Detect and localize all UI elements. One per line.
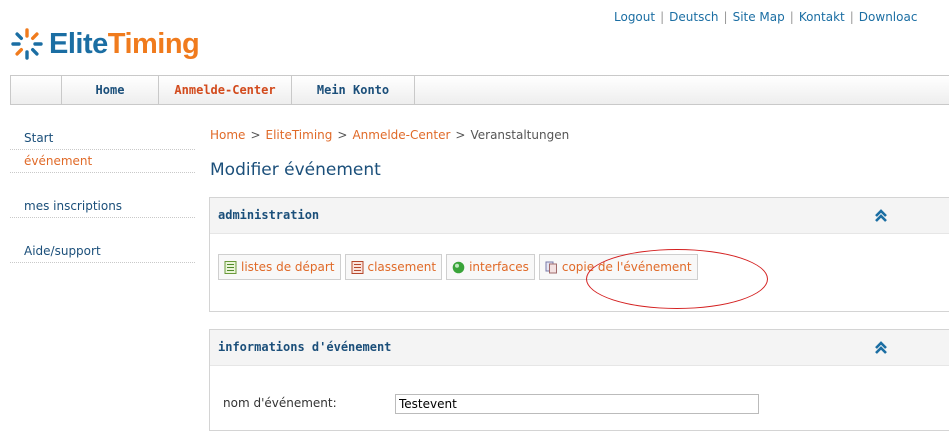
breadcrumb: Home > EliteTiming > Anmelde-Center > Veransta… [210, 128, 569, 142]
download-link[interactable]: Downloac [859, 10, 918, 24]
event-name-label: nom d'événement: [223, 396, 337, 410]
logo-wordmark: EliteTiming [49, 27, 200, 61]
separator: | [849, 10, 854, 24]
breadcrumb-elitetiming[interactable]: EliteTiming [266, 128, 333, 142]
breadcrumb-separator: > [455, 128, 466, 142]
form-row-event-name: nom d'événement: [209, 386, 804, 414]
collapse-icon[interactable] [874, 341, 888, 355]
breadcrumb-separator: > [337, 128, 348, 142]
main-nav: Home Anmelde-Center Mein Konto [10, 75, 949, 105]
nav-tab-mein-konto[interactable]: Mein Konto [292, 76, 415, 104]
sidebar-item-aide-support[interactable]: Aide/support [10, 240, 195, 263]
nav-tab-home[interactable]: Home [62, 76, 159, 104]
logo-text-elite: Elite [49, 27, 108, 60]
separator: | [789, 10, 794, 24]
event-name-input[interactable] [395, 394, 759, 414]
page-title: Modifier événement [210, 160, 381, 180]
action-bar: listes de départ classement interfaces c… [210, 234, 949, 280]
panel-body: listes de départ classement interfaces c… [210, 233, 949, 311]
administration-panel: administration listes de départ classeme… [209, 197, 949, 312]
breadcrumb-anmelde-center[interactable]: Anmelde-Center [352, 128, 450, 142]
top-links: Logout | Deutsch | Site Map | Kontakt | Downloac [614, 10, 917, 24]
panel-header: administration [210, 198, 949, 233]
separator: | [723, 10, 728, 24]
deutsch-link[interactable]: Deutsch [669, 10, 718, 24]
breadcrumb-separator: > [250, 128, 261, 142]
logout-link[interactable]: Logout [614, 10, 655, 24]
sidebar: Start événement mes inscriptions Aide/su… [10, 127, 195, 263]
kontakt-link[interactable]: Kontakt [799, 10, 845, 24]
nav-spacer [11, 76, 62, 104]
panel-title: informations d'événement [218, 340, 392, 354]
list-icon [224, 260, 237, 274]
panel-header: informations d'événement [210, 330, 949, 365]
breadcrumb-home[interactable]: Home [210, 128, 245, 142]
button-label: listes de départ [241, 260, 335, 274]
collapse-icon[interactable] [874, 209, 888, 223]
button-label: interfaces [469, 260, 529, 274]
sidebar-item-evenement[interactable]: événement [10, 150, 195, 173]
listes-de-depart-button[interactable]: listes de départ [218, 254, 341, 280]
classement-button[interactable]: classement [344, 254, 443, 280]
ranking-icon [351, 260, 363, 274]
separator: | [660, 10, 665, 24]
interfaces-button[interactable]: interfaces [446, 254, 535, 280]
button-label: classement [367, 260, 437, 274]
copy-icon [545, 261, 557, 273]
nav-tab-anmelde-center[interactable]: Anmelde-Center [159, 76, 292, 104]
interfaces-icon [452, 261, 465, 273]
sidebar-item-start[interactable]: Start [10, 127, 195, 150]
logo-text-timing: Timing [107, 27, 200, 60]
informations-panel: informations d'événement [209, 329, 949, 431]
sitemap-link[interactable]: Site Map [733, 10, 785, 24]
breadcrumb-current: Veranstaltungen [470, 128, 570, 142]
copie-evenement-button[interactable]: copie de l'événement [538, 254, 698, 280]
elitetiming-logo[interactable]: EliteTiming [10, 24, 200, 64]
sidebar-item-mes-inscriptions[interactable]: mes inscriptions [10, 195, 195, 218]
elitetiming-logo-icon [11, 28, 43, 60]
button-label: copie de l'événement [561, 260, 692, 274]
panel-title: administration [218, 208, 320, 222]
